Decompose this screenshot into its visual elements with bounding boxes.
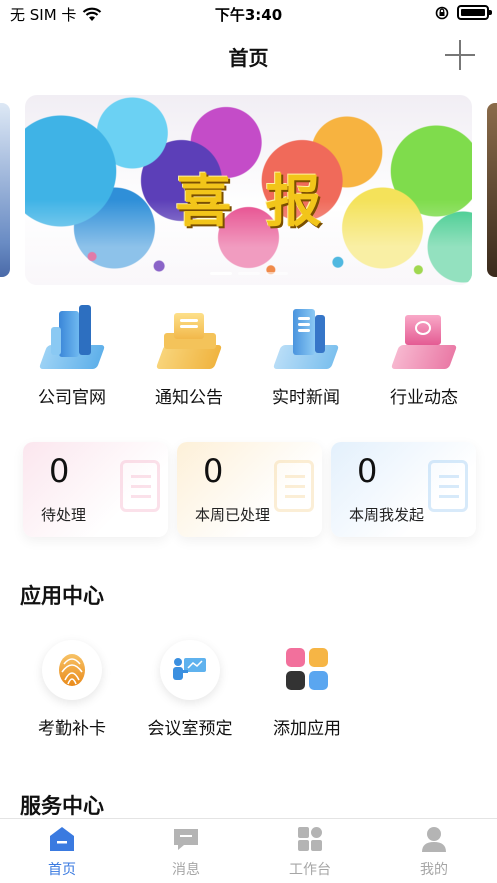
quick-link-label: 通知公告 [155, 388, 223, 408]
stat-card-processed[interactable]: 0 本周已处理 [177, 442, 322, 537]
add-icon[interactable] [445, 40, 475, 70]
quick-link-label: 公司官网 [38, 388, 106, 408]
quick-link-company[interactable]: 公司官网 [17, 305, 127, 408]
stat-value: 0 [203, 452, 224, 490]
stat-label: 本周已处理 [195, 506, 271, 524]
app-label: 添加应用 [273, 719, 341, 739]
workbench-icon [296, 825, 324, 853]
quick-link-label: 行业动态 [390, 388, 458, 408]
app-add-app[interactable]: 添加应用 [257, 640, 357, 739]
orientation-lock-icon [435, 6, 449, 19]
industry-icon [389, 305, 459, 375]
tab-bar: 首页 消息 工作台 我的 [0, 818, 497, 883]
battery-icon [457, 5, 492, 20]
app-meeting-room[interactable]: 会议室预定 [140, 640, 240, 739]
app-label: 会议室预定 [147, 719, 233, 739]
meeting-icon [160, 640, 220, 700]
fingerprint-icon [42, 640, 102, 700]
quick-links: 公司官网 通知公告 实时新闻 行业动态 [0, 305, 497, 415]
stat-label: 待处理 [41, 506, 87, 524]
nav-bar: 首页 [0, 30, 497, 82]
quick-link-industry[interactable]: 行业动态 [369, 305, 479, 408]
document-icon [274, 460, 314, 512]
stat-value: 0 [357, 452, 378, 490]
status-right [435, 5, 492, 20]
tab-workbench[interactable]: 工作台 [270, 825, 350, 879]
building-icon [37, 305, 107, 375]
tab-label: 我的 [420, 862, 448, 878]
page-title: 首页 [228, 46, 269, 70]
app-label: 考勤补卡 [38, 719, 106, 739]
banner-carousel[interactable]: 喜报 [0, 95, 497, 285]
banner-text: 喜报 [175, 169, 356, 235]
banner-dot [237, 272, 260, 275]
banner-image[interactable]: 喜报 [25, 95, 472, 285]
status-bar: 无 SIM 卡 下午3:40 [0, 0, 497, 30]
home-screen: 无 SIM 卡 下午3:40 首页 喜报 公司官网 通知公告 实时新闻 行业动态… [0, 0, 497, 883]
tab-label: 消息 [172, 862, 200, 878]
add-app-icon [277, 640, 337, 700]
stat-value: 0 [49, 452, 70, 490]
banner-dot [209, 272, 232, 275]
banner-next-peek [487, 103, 497, 277]
tab-profile[interactable]: 我的 [394, 825, 474, 879]
stat-card-pending[interactable]: 0 待处理 [23, 442, 168, 537]
document-icon [120, 460, 160, 512]
news-icon [271, 305, 341, 375]
app-attendance[interactable]: 考勤补卡 [22, 640, 122, 739]
profile-icon [420, 825, 448, 853]
tab-label: 工作台 [289, 862, 331, 878]
banner-prev-peek [0, 103, 10, 277]
tab-messages[interactable]: 消息 [146, 825, 226, 879]
document-icon [428, 460, 468, 512]
service-center-title: 服务中心 [20, 794, 104, 818]
stat-label: 本周我发起 [349, 506, 425, 524]
home-icon [48, 825, 76, 853]
stat-card-initiated[interactable]: 0 本周我发起 [331, 442, 476, 537]
app-center-title: 应用中心 [20, 584, 104, 608]
status-time: 下午3:40 [214, 6, 283, 24]
banner-indicator [25, 272, 472, 275]
message-icon [172, 825, 200, 853]
quick-link-notice[interactable]: 通知公告 [134, 305, 244, 408]
tab-home[interactable]: 首页 [22, 825, 102, 879]
quick-link-label: 实时新闻 [272, 388, 340, 408]
tab-label: 首页 [48, 862, 76, 878]
banner-dot [265, 272, 288, 275]
quick-link-news[interactable]: 实时新闻 [251, 305, 361, 408]
notice-icon [154, 305, 224, 375]
